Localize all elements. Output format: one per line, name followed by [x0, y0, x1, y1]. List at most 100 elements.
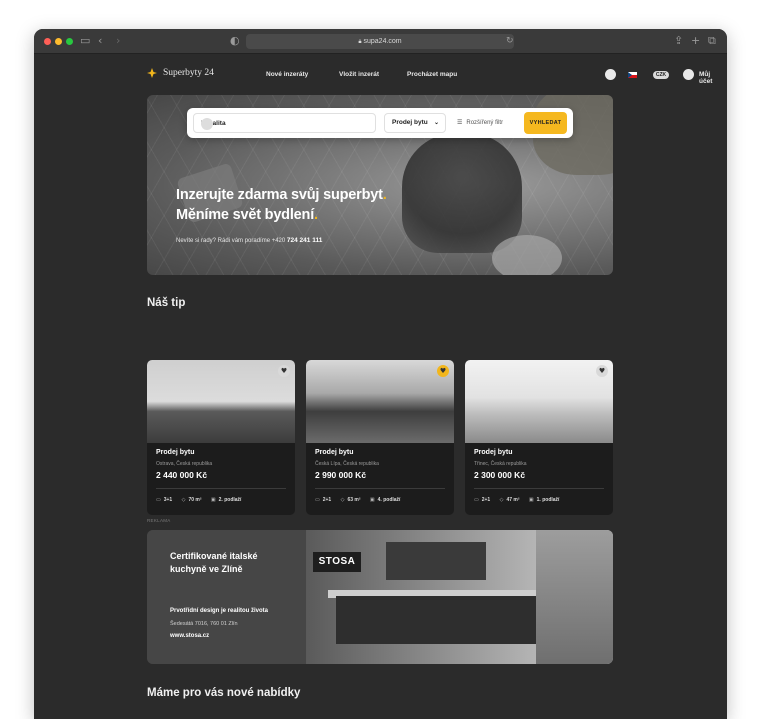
hero-headline-dot1: . — [382, 187, 387, 203]
listing-specs: ▭ 3+1 ◇ 70 m² ▣ 2. podlaží — [156, 497, 249, 503]
ad-tagline: Prvotřídní design je realitou života — [170, 608, 269, 614]
listing-card[interactable]: ♥ Prodej bytu Ostrava, Česká republika 2… — [147, 360, 295, 515]
listing-layout: 2+1 — [322, 497, 332, 503]
layout-icon: ▭ — [156, 497, 161, 503]
card-divider — [156, 488, 286, 489]
hero-image-couple — [402, 133, 522, 253]
nav-link-new-listings[interactable]: Nové inzeráty — [266, 71, 308, 78]
favorite-heart-icon[interactable]: ♥ — [596, 365, 608, 377]
nav-link-add-listing[interactable]: Vložit inzerát — [339, 71, 379, 78]
ad-label: REKLAMA — [147, 518, 171, 523]
listing-photo[interactable] — [465, 360, 613, 443]
browser-window: ▭ ‹ › ◐ 🔒︎ supa24.com ↻ ⇪ + ⧉ Superbyty … — [34, 29, 727, 719]
logo-mark-icon — [147, 68, 157, 78]
layout-icon: ▭ — [474, 497, 479, 503]
listing-card[interactable]: ♥ Prodej bytu Třinec, Česká republika 2 … — [465, 360, 613, 515]
card-divider — [474, 488, 604, 489]
listing-title[interactable]: Prodej bytu — [474, 449, 513, 456]
listing-photo[interactable] — [306, 360, 454, 443]
zoom-window-button[interactable] — [66, 38, 73, 45]
listing-specs: ▭ 2+1 ◇ 47 m² ▣ 1. podlaží — [474, 497, 567, 503]
listing-card[interactable]: ♥ Prodej bytu Česká Lípa, Česká republik… — [306, 360, 454, 515]
nav-link-browse-map[interactable]: Procházet mapu — [407, 71, 457, 78]
advanced-filter-button[interactable]: ☰ Rozšířený filtr — [457, 119, 503, 126]
czech-flag-icon[interactable] — [628, 72, 637, 78]
listing-photo[interactable] — [147, 360, 295, 443]
privacy-shield-icon[interactable]: ◐ — [230, 34, 240, 48]
account-link[interactable]: Můj účet — [699, 71, 712, 85]
card-divider — [315, 488, 445, 489]
sidebar-toggle-icon[interactable]: ▭ — [80, 34, 90, 48]
hero-image-pouf — [492, 235, 562, 275]
listing-location: Česká Lípa, Česká republika — [315, 461, 379, 467]
help-text: Nevíte si rady? Rádi vám poradíme +420 — [176, 238, 287, 244]
account-icon[interactable] — [683, 69, 694, 80]
listing-layout: 3+1 — [163, 497, 173, 503]
favorite-heart-icon[interactable]: ♥ — [278, 365, 290, 377]
listing-area: 70 m² — [188, 497, 202, 503]
search-button[interactable]: VYHLEDAT — [524, 112, 567, 134]
reload-icon[interactable]: ↻ — [506, 34, 514, 48]
hero-headline-dot2: . — [314, 207, 318, 223]
browser-titlebar: ▭ ‹ › ◐ 🔒︎ supa24.com ↻ ⇪ + ⧉ — [34, 29, 727, 54]
area-icon: ◇ — [181, 497, 186, 503]
search-bar: Lokalita Prodej bytu ⌄ ☰ Rozšířený filtr … — [187, 108, 573, 138]
area-icon: ◇ — [340, 497, 345, 503]
hero-headline-line1: Inzerujte zdarma svůj superbyt — [176, 187, 383, 203]
new-offers-section-title: Máme pro vás nové nabídky — [147, 687, 301, 699]
ad-image-island — [336, 596, 556, 644]
logo-text: Superbyty 24 — [163, 68, 214, 78]
advanced-filter-label: Rozšířený filtr — [466, 120, 504, 126]
listing-area: 47 m² — [506, 497, 520, 503]
ad-title-line1: Certifikované italské — [170, 551, 258, 561]
hero-headline: Inzerujte zdarma svůj superbyt. Měníme s… — [176, 185, 387, 225]
listing-specs: ▭ 2+1 ◇ 63 m² ▣ 4. podlaží — [315, 497, 408, 503]
new-tab-icon[interactable]: + — [691, 34, 700, 48]
tab-overview-icon[interactable]: ⧉ — [708, 34, 716, 48]
listing-price: 2 440 000 Kč — [156, 470, 208, 480]
ad-image-window — [536, 530, 613, 664]
lock-icon: 🔒︎ — [358, 38, 362, 45]
currency-selector[interactable]: CZK — [653, 71, 669, 79]
ad-website-link[interactable]: www.stosa.cz — [170, 633, 209, 639]
listing-price: 2 300 000 Kč — [474, 470, 526, 480]
page-content: Superbyty 24 Nové inzeráty Vložit inzerá… — [34, 55, 727, 719]
site-logo[interactable]: Superbyty 24 — [146, 67, 214, 79]
hero-help-text: Nevíte si rady? Rádi vám poradíme +420 7… — [176, 237, 322, 244]
listing-type-select[interactable]: Prodej bytu ⌄ — [384, 113, 446, 133]
favorite-heart-icon[interactable]: ♥ — [437, 365, 449, 377]
ad-image-cabinets — [386, 542, 486, 580]
floor-icon: ▣ — [369, 497, 375, 503]
minimize-window-button[interactable] — [55, 38, 62, 45]
ad-text-panel: Certifikované italské kuchyně ve Zlíně Pr… — [147, 530, 306, 664]
tip-section-title: Náš tip — [147, 297, 186, 309]
ad-kitchen-image: STOSA — [306, 530, 613, 664]
advertisement-banner[interactable]: Certifikované italské kuchyně ve Zlíně Pr… — [147, 530, 613, 664]
ad-address: Šedesátá 7016, 760 01 Zlín — [170, 621, 238, 627]
back-icon[interactable]: ‹ — [98, 34, 102, 48]
floor-icon: ▣ — [210, 497, 216, 503]
address-bar[interactable]: 🔒︎ supa24.com — [246, 34, 514, 49]
filter-icon: ☰ — [457, 119, 463, 126]
search-icon[interactable] — [605, 69, 616, 80]
listing-title[interactable]: Prodej bytu — [156, 449, 195, 456]
location-target-icon[interactable] — [201, 118, 213, 130]
layout-icon: ▭ — [315, 497, 320, 503]
listing-floor: 2. podlaží — [218, 497, 242, 503]
share-icon[interactable]: ⇪ — [674, 34, 683, 48]
listing-type-value: Prodej bytu — [392, 119, 428, 126]
close-window-button[interactable] — [44, 38, 51, 45]
listing-title[interactable]: Prodej bytu — [315, 449, 354, 456]
address-text: supa24.com — [363, 38, 402, 45]
listing-layout: 2+1 — [481, 497, 491, 503]
hero-headline-line2: Měníme svět bydlení — [176, 207, 315, 223]
listing-location: Třinec, Česká republika — [474, 461, 527, 467]
listing-location: Ostrava, Česká republika — [156, 461, 213, 467]
listing-area: 63 m² — [347, 497, 361, 503]
listing-price: 2 990 000 Kč — [315, 470, 367, 480]
forward-icon[interactable]: › — [116, 34, 120, 48]
chevron-down-icon: ⌄ — [433, 120, 439, 126]
location-input[interactable]: Lokalita — [193, 113, 376, 133]
area-icon: ◇ — [499, 497, 504, 503]
help-phone[interactable]: 724 241 111 — [287, 237, 322, 244]
